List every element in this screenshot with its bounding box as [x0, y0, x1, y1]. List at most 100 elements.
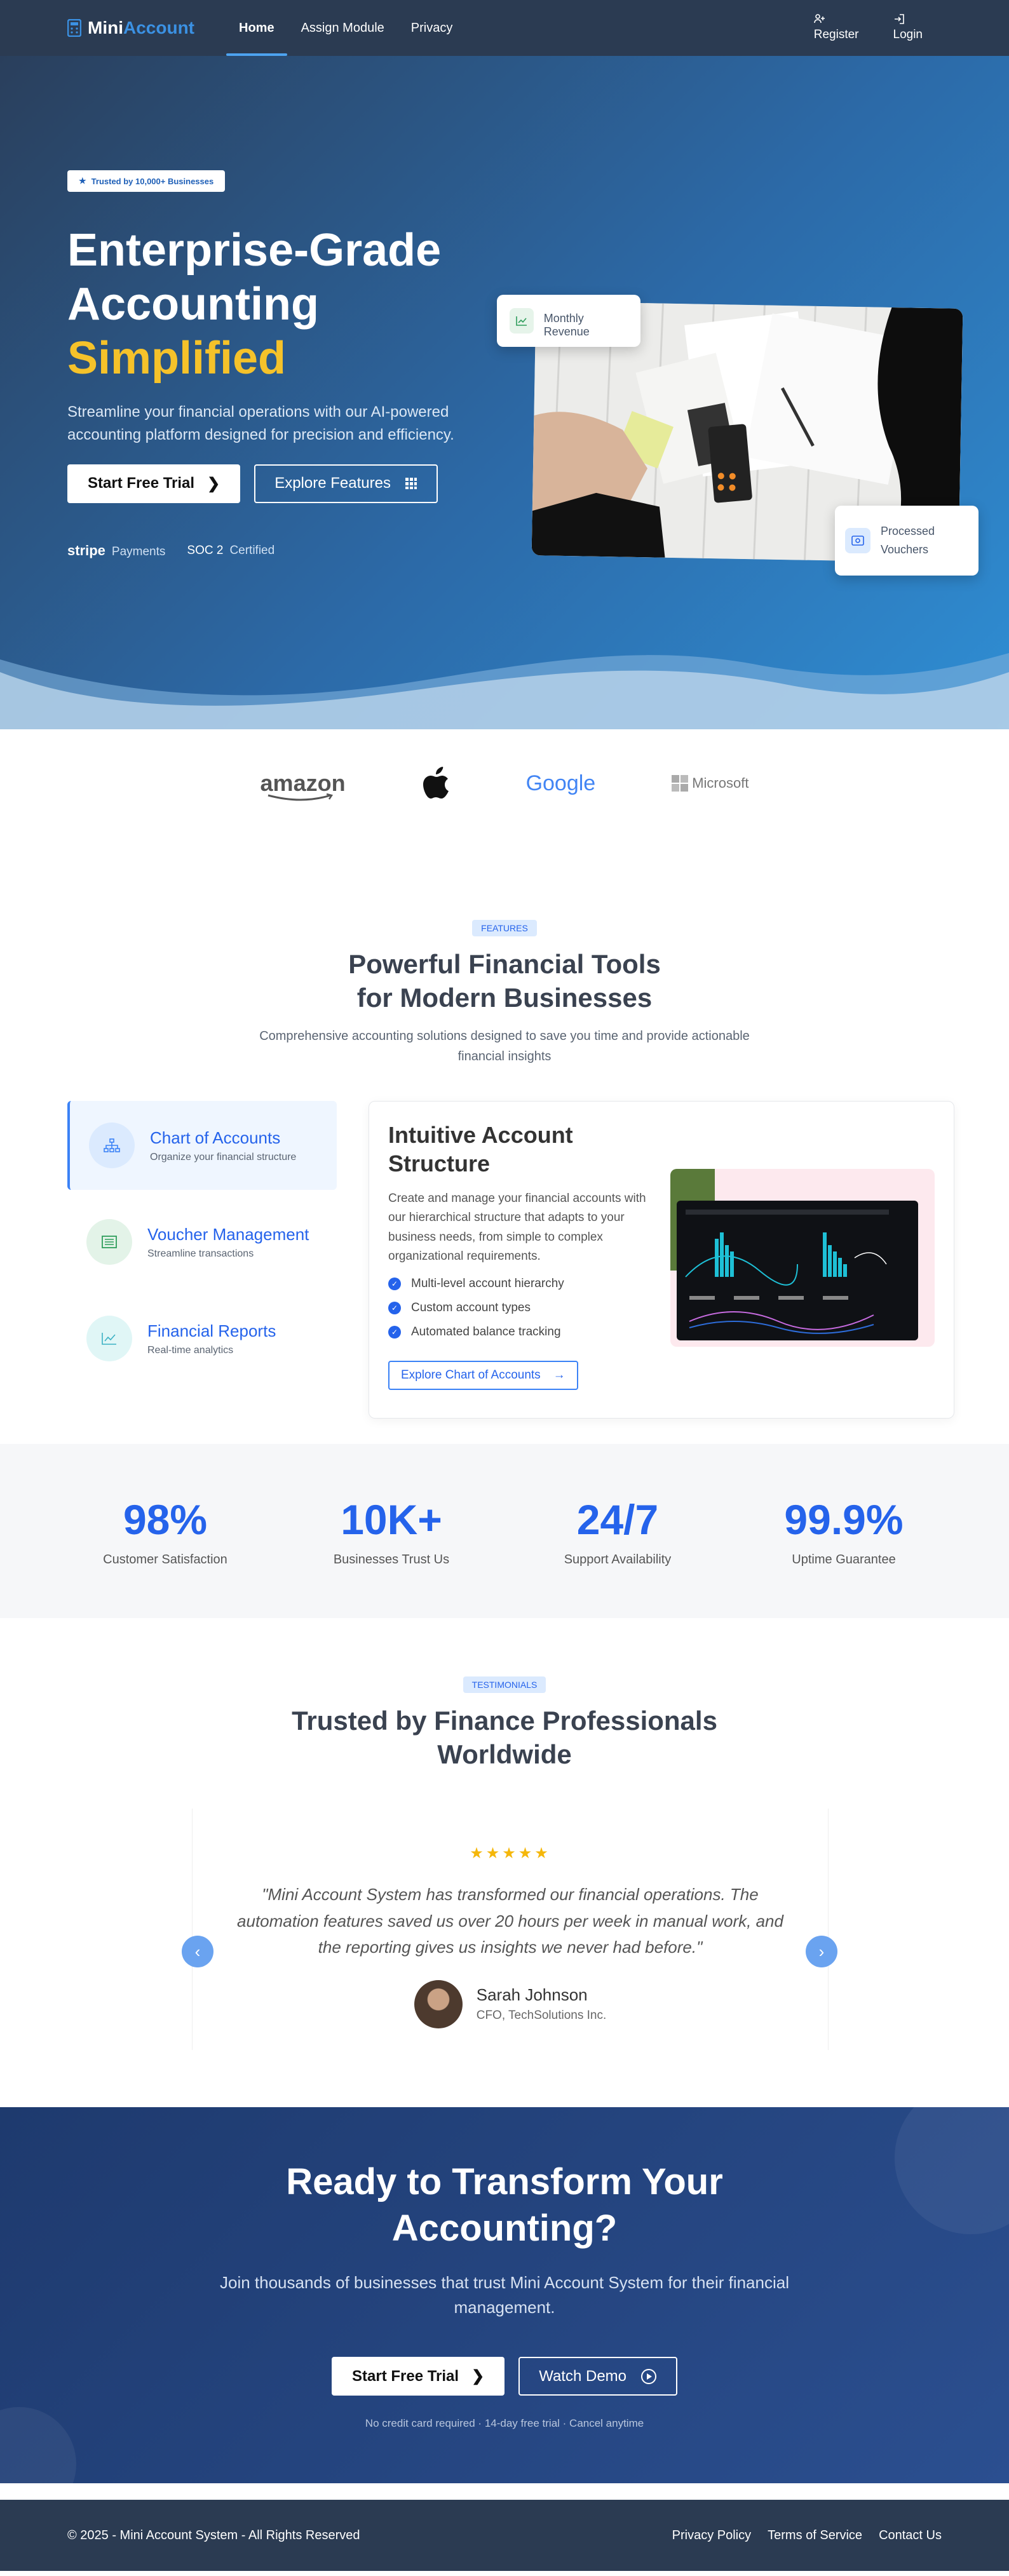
- tab-voucher-management[interactable]: Voucher Management Streamline transactio…: [67, 1197, 337, 1286]
- monthly-revenue-card: Monthly Revenue: [497, 295, 640, 347]
- voucher-icon: [86, 1219, 132, 1265]
- auth-links: Register Login: [814, 14, 923, 42]
- brand-logo[interactable]: Mini Account: [67, 18, 194, 38]
- microsoft-squares-icon: [672, 775, 689, 792]
- cta-note: No credit card required · 14-day free tr…: [365, 2417, 644, 2429]
- footer-links: Privacy Policy Terms of Service Contact …: [672, 2528, 942, 2543]
- stat-value: 98%: [123, 1495, 208, 1543]
- brand-mini: Mini: [88, 18, 123, 37]
- nav-links: Home Assign Module Privacy: [226, 0, 453, 56]
- chevron-right-icon: ›: [818, 1941, 825, 1961]
- apple-logo: [423, 767, 449, 799]
- client-logos: amazon Google Microsoft: [0, 729, 1009, 837]
- copyright: © 2025 - Mini Account System - All Right…: [67, 2528, 360, 2542]
- hero-title-line-2: Accounting: [67, 278, 319, 330]
- author-name: Sarah Johnson: [476, 1985, 588, 2005]
- features-tabs: Chart of Accounts Organize your financia…: [0, 1101, 1009, 1444]
- footer-contact-link[interactable]: Contact Us: [879, 2528, 942, 2543]
- carousel-prev-button[interactable]: ‹: [182, 1936, 213, 1967]
- check-item-label: Automated balance tracking: [411, 1325, 561, 1339]
- cta-section: Ready to Transform Your Accounting? Join…: [0, 2107, 1009, 2483]
- features-section: FEATURES Powerful Financial Tools for Mo…: [0, 837, 1009, 1444]
- features-tag: FEATURES: [472, 920, 537, 936]
- soc2-text: Certified: [229, 543, 275, 557]
- testimonials-title: Trusted by Finance Professionals Worldwi…: [0, 1704, 1009, 1771]
- stat-item: 24/7 Support Availability: [504, 1495, 731, 1567]
- carousel-next-button[interactable]: ›: [806, 1936, 837, 1967]
- stats-section: 98% Customer Satisfaction 10K+ Businesses …: [0, 1444, 1009, 1618]
- check-icon: ✓: [388, 1301, 401, 1314]
- nav-home[interactable]: Home: [226, 0, 287, 56]
- stat-item: 98% Customer Satisfaction: [52, 1495, 278, 1567]
- play-circle-icon: [641, 2368, 656, 2384]
- watch-demo-button[interactable]: Watch Demo: [518, 2357, 677, 2396]
- stat-label: Businesses Trust Us: [333, 1552, 450, 1567]
- testimonial-quote: "Mini Account System has transformed our…: [237, 1885, 783, 1957]
- start-free-trial-button[interactable]: Start Free Trial ❯: [67, 464, 241, 503]
- rating-stars-icon: ★★★★★: [470, 1845, 551, 1862]
- stat-value: 24/7: [576, 1495, 659, 1543]
- login-icon: [894, 14, 904, 24]
- hero-title: Enterprise-Grade Accounting Simplified: [67, 224, 461, 386]
- microsoft-logo: Microsoft: [672, 775, 748, 792]
- testimonial-card: ★★★★★ "Mini Account System has transform…: [192, 1809, 829, 2050]
- register-link[interactable]: Register: [814, 14, 859, 42]
- watch-demo-label: Watch Demo: [539, 2367, 626, 2385]
- trusted-badge-text: Trusted by 10,000+ Businesses: [91, 176, 214, 186]
- footer-privacy-link[interactable]: Privacy Policy: [672, 2528, 751, 2543]
- tab-voucher-management-title: Voucher Management: [147, 1224, 309, 1244]
- tab-chart-of-accounts-title: Chart of Accounts: [150, 1128, 281, 1147]
- tab-financial-reports[interactable]: Financial Reports Real-time analytics: [67, 1294, 337, 1383]
- soc2-logo: SOC 2: [187, 543, 224, 557]
- nav-privacy[interactable]: Privacy: [411, 0, 453, 56]
- stripe-badge: stripe Payments: [67, 543, 165, 559]
- author-role: CFO, TechSolutions Inc.: [476, 2009, 607, 2023]
- hero-title-line-1: Enterprise-Grade: [67, 225, 442, 276]
- check-icon: ✓: [388, 1325, 401, 1339]
- cta-title-line-2: Accounting?: [391, 2207, 618, 2249]
- stat-label: Customer Satisfaction: [103, 1552, 227, 1567]
- calculator-icon: [67, 19, 81, 37]
- start-free-trial-label: Start Free Trial: [88, 475, 195, 492]
- stat-value: 99.9%: [784, 1495, 904, 1543]
- stat-label: Uptime Guarantee: [792, 1552, 896, 1567]
- tab-financial-reports-desc: Real-time analytics: [147, 1344, 234, 1356]
- tab-chart-of-accounts[interactable]: Chart of Accounts Organize your financia…: [67, 1101, 337, 1190]
- features-title: Powerful Financial Tools for Modern Busi…: [0, 948, 1009, 1015]
- explore-chart-of-accounts-button[interactable]: Explore Chart of Accounts →: [388, 1360, 578, 1390]
- check-item-label: Custom account types: [411, 1300, 531, 1314]
- star-icon: ★: [79, 176, 86, 185]
- nav-assign-module[interactable]: Assign Module: [301, 0, 384, 56]
- chevron-left-icon: ‹: [194, 1941, 201, 1961]
- tab-financial-reports-title: Financial Reports: [147, 1321, 276, 1340]
- cta-start-free-trial-button[interactable]: Start Free Trial ❯: [332, 2357, 505, 2396]
- stat-item: 99.9% Uptime Guarantee: [731, 1495, 957, 1567]
- cta-title-line-1: Ready to Transform Your: [286, 2161, 723, 2202]
- chart-line-icon: [510, 308, 534, 334]
- panel-text: Create and manage your financial account…: [388, 1192, 646, 1264]
- hero-title-line-3: Simplified: [67, 332, 287, 384]
- feature-detail-panel: Intuitive Account Structure Create and m…: [369, 1101, 954, 1419]
- stat-label: Support Availability: [564, 1552, 672, 1567]
- check-item-label: Multi-level account hierarchy: [411, 1276, 564, 1290]
- dashboard-image: [670, 1169, 935, 1347]
- top-navbar: Mini Account Home Assign Module Privacy R…: [0, 0, 1009, 56]
- login-link[interactable]: Login: [893, 14, 923, 42]
- amazon-logo-text: amazon: [260, 770, 346, 796]
- tab-chart-of-accounts-desc: Organize your financial structure: [150, 1151, 297, 1163]
- testimonial-author: Sarah Johnson CFO, TechSolutions Inc.: [193, 1979, 828, 2028]
- register-label: Register: [813, 28, 859, 41]
- grid-icon: [405, 478, 417, 490]
- cta-start-free-trial-label: Start Free Trial: [352, 2367, 459, 2385]
- explore-features-label: Explore Features: [274, 475, 391, 492]
- testimonials-title-line-1: Trusted by Finance Professionals: [292, 1706, 717, 1736]
- voucher-icon: [845, 528, 870, 553]
- microsoft-logo-text: Microsoft: [692, 775, 749, 791]
- cta-text: Join thousands of businesses that trust …: [219, 2273, 789, 2317]
- explore-features-button[interactable]: Explore Features: [254, 464, 438, 503]
- hero-wave: [0, 653, 1009, 729]
- chevron-right-icon: ❯: [207, 475, 220, 492]
- stripe-text: Payments: [111, 544, 166, 558]
- footer-terms-link[interactable]: Terms of Service: [768, 2528, 862, 2543]
- features-title-line-1: Powerful Financial Tools: [348, 949, 661, 979]
